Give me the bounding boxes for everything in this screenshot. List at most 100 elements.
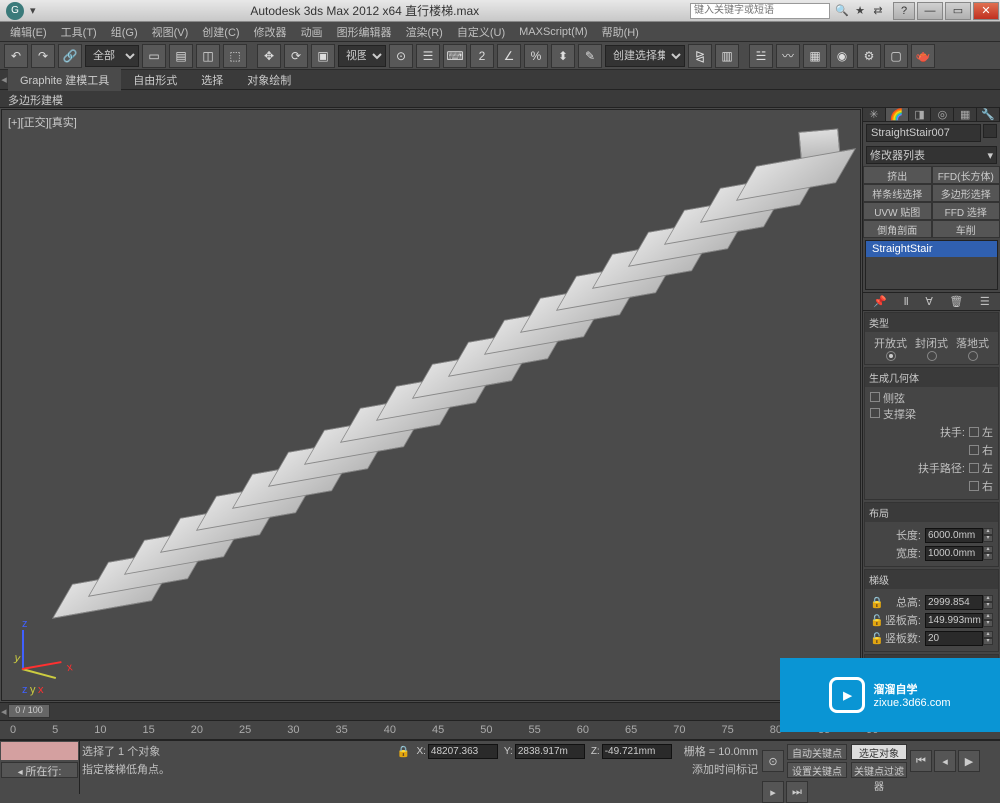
redo-button[interactable]: ↷ bbox=[31, 44, 55, 68]
time-slider[interactable]: 0 / 100 bbox=[8, 704, 50, 718]
lock-selection-button[interactable]: 🔒 bbox=[397, 745, 411, 758]
type-box-radio[interactable] bbox=[968, 351, 978, 361]
viewport[interactable]: [+][正交][真实] bbox=[1, 109, 861, 701]
object-color-swatch[interactable] bbox=[983, 124, 997, 138]
spinner-down-icon[interactable]: ▾ bbox=[983, 535, 993, 542]
named-sel-set[interactable]: 创建选择集 bbox=[605, 45, 685, 67]
spinner-up-icon[interactable]: ▴ bbox=[983, 528, 993, 535]
curve-editor-button[interactable]: 〰 bbox=[776, 44, 800, 68]
edit-named-sel-button[interactable]: ✎ bbox=[578, 44, 602, 68]
scale-button[interactable]: ▣ bbox=[311, 44, 335, 68]
menu-views[interactable]: 视图(V) bbox=[146, 22, 195, 42]
tab-create[interactable]: ✳ bbox=[863, 108, 886, 121]
link-button[interactable]: 🔗 bbox=[58, 44, 82, 68]
mod-btn-ffdbox[interactable]: FFD(长方体) bbox=[932, 166, 1000, 184]
next-frame-button[interactable]: ▸ bbox=[762, 781, 784, 803]
modifier-stack[interactable]: StraightStair bbox=[865, 240, 998, 290]
close-button[interactable]: ✕ bbox=[973, 2, 999, 20]
remove-modifier-button[interactable]: 🗑 bbox=[949, 295, 963, 308]
auto-key-button[interactable]: 自动关键点 bbox=[787, 744, 847, 760]
ref-coord-system[interactable]: 视图 bbox=[338, 45, 386, 67]
configure-sets-button[interactable]: ☰ bbox=[980, 295, 990, 308]
ribbon-tab-freeform[interactable]: 自由形式 bbox=[121, 69, 189, 91]
snap-2d-button[interactable]: 2 bbox=[470, 44, 494, 68]
timeline-prev-icon[interactable]: ◂ bbox=[1, 705, 7, 718]
tab-motion[interactable]: ◎ bbox=[931, 108, 954, 121]
menu-tools[interactable]: 工具(T) bbox=[55, 22, 103, 42]
goto-end-button[interactable]: ⏭ bbox=[786, 781, 808, 803]
tab-display[interactable]: ▦ bbox=[954, 108, 977, 121]
play-button[interactable]: ▶ bbox=[958, 750, 980, 772]
maxscript-mini-listener[interactable] bbox=[1, 742, 78, 760]
riser-ht-spinner[interactable]: 149.993mm bbox=[925, 613, 983, 628]
ribbon-tab-paint[interactable]: 对象绘制 bbox=[235, 69, 303, 91]
layers-button[interactable]: ☱ bbox=[749, 44, 773, 68]
undo-button[interactable]: ↶ bbox=[4, 44, 28, 68]
help-search-input[interactable] bbox=[690, 3, 830, 19]
key-filters-button[interactable]: 关键点过滤器 bbox=[851, 762, 907, 778]
select-manipulate-button[interactable]: ☰ bbox=[416, 44, 440, 68]
mod-btn-extrude[interactable]: 挤出 bbox=[863, 166, 932, 184]
show-end-result-button[interactable]: Ⅱ bbox=[903, 295, 908, 308]
tab-utilities[interactable]: 🔧 bbox=[977, 108, 1000, 121]
viewport-label[interactable]: [+][正交][真实] bbox=[8, 114, 77, 130]
stack-item-straightstair[interactable]: StraightStair bbox=[866, 241, 997, 257]
mod-btn-uvwmap[interactable]: UVW 贴图 bbox=[863, 202, 932, 220]
render-button[interactable]: 🫖 bbox=[911, 44, 935, 68]
ribbon-prev-icon[interactable]: ◂ bbox=[0, 73, 8, 86]
minimize-button[interactable]: — bbox=[917, 2, 943, 20]
dropdown-icon[interactable]: ▾ bbox=[30, 4, 36, 17]
width-spinner[interactable]: 1000.0mm bbox=[925, 546, 983, 561]
menu-maxscript[interactable]: MAXScript(M) bbox=[513, 24, 593, 40]
menu-group[interactable]: 组(G) bbox=[105, 22, 144, 42]
select-region-button[interactable]: ◫ bbox=[196, 44, 220, 68]
goto-start-button[interactable]: ⏮ bbox=[910, 750, 932, 772]
location-button[interactable]: ◂ 所在行: bbox=[1, 762, 78, 778]
help-button[interactable]: ? bbox=[893, 2, 915, 20]
maximize-button[interactable]: ▭ bbox=[945, 2, 971, 20]
make-unique-button[interactable]: ∀ bbox=[925, 295, 933, 308]
lock-icon[interactable]: 🔒 bbox=[870, 596, 884, 609]
lock-icon[interactable]: 🔓 bbox=[870, 614, 884, 627]
mod-btn-spline-sel[interactable]: 样条线选择 bbox=[863, 184, 932, 202]
pin-stack-button[interactable]: 📌 bbox=[873, 295, 887, 308]
use-pivot-button[interactable]: ⊙ bbox=[389, 44, 413, 68]
menu-create[interactable]: 创建(C) bbox=[196, 22, 245, 42]
overall-spinner[interactable]: 2999.854 bbox=[925, 595, 983, 610]
schematic-view-button[interactable]: ▦ bbox=[803, 44, 827, 68]
lock-icon[interactable]: 🔓 bbox=[870, 632, 884, 645]
tab-modify[interactable]: 🌈 bbox=[886, 108, 909, 121]
keyboard-shortcut-button[interactable]: ⌨ bbox=[443, 44, 467, 68]
length-spinner[interactable]: 6000.0mm bbox=[925, 528, 983, 543]
type-closed-radio[interactable] bbox=[927, 351, 937, 361]
railpath-right-check[interactable] bbox=[969, 481, 979, 491]
tab-hierarchy[interactable]: ◨ bbox=[909, 108, 932, 121]
riser-ct-spinner[interactable]: 20 bbox=[925, 631, 983, 646]
railpath-left-check[interactable] bbox=[969, 463, 979, 473]
mod-btn-bevel-profile[interactable]: 倒角剖面 bbox=[863, 220, 932, 238]
menu-edit[interactable]: 编辑(E) bbox=[4, 22, 53, 42]
render-frame-button[interactable]: ▢ bbox=[884, 44, 908, 68]
snap-percent-button[interactable]: % bbox=[524, 44, 548, 68]
handrail-right-check[interactable] bbox=[969, 445, 979, 455]
infocenter-icon[interactable]: 🔍 bbox=[834, 3, 850, 19]
object-name-field[interactable]: StraightStair007 bbox=[866, 124, 981, 142]
window-crossing-button[interactable]: ⬚ bbox=[223, 44, 247, 68]
menu-rendering[interactable]: 渲染(R) bbox=[400, 22, 449, 42]
x-coord-input[interactable] bbox=[428, 744, 498, 759]
isolate-toggle[interactable]: ⊙ bbox=[762, 750, 784, 772]
y-coord-input[interactable] bbox=[515, 744, 585, 759]
ribbon-tab-graphite[interactable]: Graphite 建模工具 bbox=[8, 69, 121, 91]
mod-btn-poly-sel[interactable]: 多边形选择 bbox=[932, 184, 1000, 202]
handrail-left-check[interactable] bbox=[969, 427, 979, 437]
mod-btn-ffd-sel[interactable]: FFD 选择 bbox=[932, 202, 1000, 220]
selection-filter[interactable]: 全部 bbox=[85, 45, 139, 67]
menu-animation[interactable]: 动画 bbox=[295, 22, 329, 42]
spinner-snap-button[interactable]: ⬍ bbox=[551, 44, 575, 68]
mod-btn-lathe[interactable]: 车削 bbox=[932, 220, 1000, 238]
render-setup-button[interactable]: ⚙ bbox=[857, 44, 881, 68]
carriage-check[interactable] bbox=[870, 408, 880, 418]
modifier-list-dropdown[interactable]: 修改器列表▾ bbox=[866, 146, 997, 164]
favorites-icon[interactable]: ★ bbox=[852, 3, 868, 19]
selected-button[interactable]: 选定对象 bbox=[851, 744, 907, 760]
